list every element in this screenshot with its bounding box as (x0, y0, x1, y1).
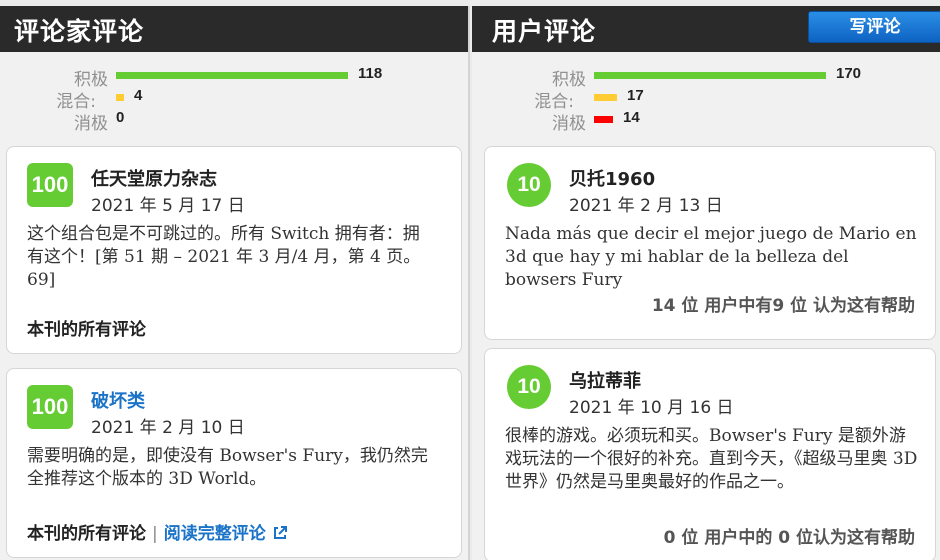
review-links: 本刊的所有评论 (27, 315, 146, 340)
critic-negative-row[interactable]: 消极 0 (0, 108, 468, 134)
review-date: 2021 年 10 月 16 日 (569, 398, 734, 418)
all-publication-reviews-link[interactable]: 本刊的所有评论 (27, 320, 146, 340)
critic-negative-count: 0 (116, 109, 125, 126)
review-date: 2021 年 2 月 10 日 (91, 418, 245, 438)
critic-positive-row[interactable]: 积极 118 (0, 64, 468, 90)
review-text: 这个组合包是不可跳过的。所有 Switch 拥有者：拥有这个！[第 51 期 –… (27, 224, 421, 290)
publication-name[interactable]: 破坏类 (91, 387, 145, 413)
review-text: Nada más que decir el mejor juego de Mar… (505, 224, 917, 290)
user-negative-row[interactable]: 消极 14 (472, 108, 940, 134)
critic-mixed-count: 4 (134, 87, 143, 104)
helpful-count: 14 位 用户中有9 位 认为这有帮助 (651, 296, 915, 316)
publication-name[interactable]: 任天堂原力杂志 (91, 165, 217, 191)
review-date: 2021 年 2 月 13 日 (569, 196, 723, 216)
user-score-badge: 10 (507, 365, 551, 409)
critic-review-card: 100 破坏类 2021 年 2 月 10 日 需要明确的是，即使没有 Bows… (6, 368, 462, 558)
user-review-card: 10 乌拉蒂菲 2021 年 10 月 16 日 很棒的游戏。必须玩和买。Bow… (484, 348, 936, 560)
user-mixed-bar (594, 94, 617, 101)
critic-review-card: 100 任天堂原力杂志 2021 年 5 月 17 日 这个组合包是不可跳过的。… (6, 146, 462, 354)
review-date: 2021 年 5 月 17 日 (91, 196, 245, 216)
user-negative-bar (594, 116, 613, 123)
critic-positive-bar (116, 72, 348, 79)
review-text: 需要明确的是，即使没有 Bowser's Fury，我仍然完全推荐这个版本的 3… (27, 446, 428, 489)
user-positive-count: 170 (836, 65, 862, 82)
critic-mixed-bar (116, 94, 124, 101)
critic-positive-count: 118 (358, 65, 383, 82)
review-text: 很棒的游戏。必须玩和买。Bowser's Fury 是额外游戏玩法的一个很好的补… (505, 426, 918, 492)
link-separator: | (152, 524, 158, 544)
user-negative-count: 14 (623, 109, 640, 126)
user-positive-row[interactable]: 积极 170 (472, 64, 940, 90)
user-negative-label: 消极 (552, 114, 586, 134)
critic-score-distribution: 积极 118 混合: 4 消极 0 (0, 64, 468, 134)
critic-score-badge: 100 (27, 163, 73, 207)
critic-reviews-column: 评论家评论 积极 118 混合: 4 消极 0 100 任天堂原力杂志 2021… (0, 6, 470, 560)
read-full-review-link[interactable]: 阅读完整评论 (164, 524, 266, 544)
critic-negative-label: 消极 (74, 114, 108, 134)
review-links: 本刊的所有评论 | 阅读完整评论 (27, 519, 288, 546)
all-publication-reviews-link[interactable]: 本刊的所有评论 (27, 524, 146, 544)
critic-reviews-title: 评论家评论 (14, 17, 145, 46)
critic-reviews-header: 评论家评论 (0, 6, 468, 52)
user-reviews-title: 用户评论 (492, 17, 597, 46)
critic-mixed-row[interactable]: 混合: 4 (0, 86, 468, 112)
write-review-button[interactable]: 写评论 (808, 11, 940, 43)
helpful-count: 0 位 用户中的 0 位认为这有帮助 (663, 528, 915, 548)
user-score-distribution: 积极 170 混合: 17 消极 14 (472, 64, 940, 134)
user-review-card: 10 贝托1960 2021 年 2 月 13 日 Nada más que d… (484, 146, 936, 340)
username[interactable]: 贝托1960 (569, 165, 655, 191)
user-mixed-count: 17 (627, 87, 644, 104)
user-positive-bar (594, 72, 826, 79)
user-score-badge: 10 (507, 163, 551, 207)
username[interactable]: 乌拉蒂菲 (569, 367, 641, 393)
external-link-icon[interactable] (272, 525, 288, 546)
user-reviews-column: 用户评论 写评论 积极 170 混合: 17 消极 14 10 贝托1960 2… (472, 6, 940, 560)
user-mixed-row[interactable]: 混合: 17 (472, 86, 940, 112)
user-reviews-header: 用户评论 写评论 (472, 6, 940, 52)
critic-score-badge: 100 (27, 385, 73, 429)
